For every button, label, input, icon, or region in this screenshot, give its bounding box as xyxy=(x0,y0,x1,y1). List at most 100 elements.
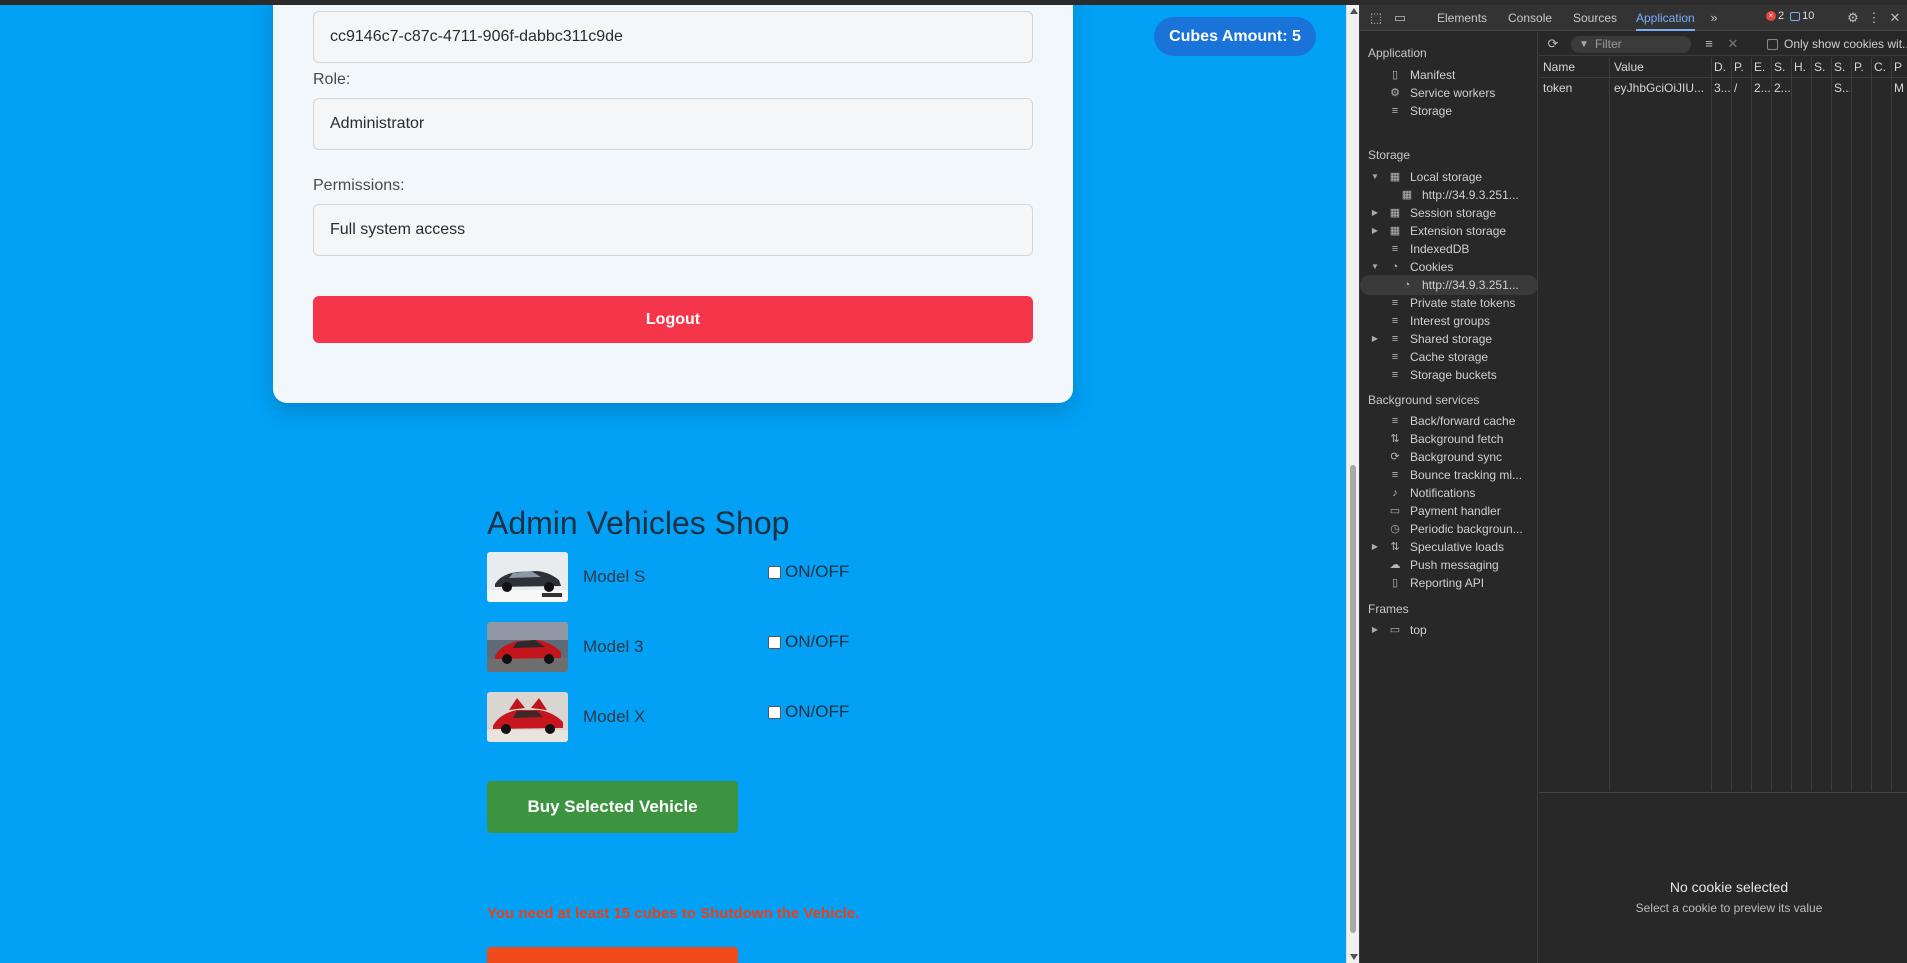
cookie-expires-cell[interactable]: 2... xyxy=(1754,78,1770,98)
sidebar-item-session-storage[interactable]: ▶ ▦ Session storage xyxy=(1360,203,1537,223)
column-header-value[interactable]: Value xyxy=(1614,57,1709,77)
sidebar-item-indexeddb[interactable]: ≡ IndexedDB xyxy=(1360,239,1537,259)
cookies-table: Name Value D. P. E. S. H. S. S. P. C. P … xyxy=(1539,57,1907,791)
sidebar-item-label: Bounce tracking mi... xyxy=(1410,468,1523,482)
inspect-element-icon[interactable]: ⬚ xyxy=(1368,10,1384,26)
cookie-domain-cell[interactable]: 3... xyxy=(1714,78,1730,98)
column-header-size[interactable]: S. xyxy=(1774,57,1790,77)
sidebar-item-bounce-tracking[interactable]: ≡ Bounce tracking mi... xyxy=(1360,465,1537,485)
column-header-priority[interactable]: P xyxy=(1894,57,1907,77)
sidebar-item-cache-storage[interactable]: ≡ Cache storage xyxy=(1360,347,1537,367)
cookie-httponly-cell[interactable] xyxy=(1794,78,1810,98)
expanded-arrow-icon[interactable]: ▼ xyxy=(1370,167,1380,187)
sidebar-item-cookies-origin[interactable]: ◔ http://34.9.3.251... xyxy=(1360,275,1537,295)
more-tabs-icon[interactable]: » xyxy=(1706,10,1722,26)
toggle-checkbox[interactable] xyxy=(768,705,781,719)
cookie-priority-cell[interactable]: M xyxy=(1894,78,1907,98)
sidebar-item-payment-handler[interactable]: ▭ Payment handler xyxy=(1360,501,1537,521)
delete-selected-icon[interactable]: ✕ xyxy=(1725,36,1741,52)
sidebar-item-label: Interest groups xyxy=(1410,314,1491,328)
column-header-secure[interactable]: S. xyxy=(1814,57,1830,77)
sidebar-item-service-workers[interactable]: ⚙ Service workers xyxy=(1360,83,1537,103)
scroll-down-arrow-icon[interactable] xyxy=(1350,954,1358,960)
cookie-path-cell[interactable]: / xyxy=(1734,78,1750,98)
vehicle-toggle[interactable]: ON/OFF xyxy=(768,562,849,582)
sidebar-item-periodic-background-sync[interactable]: ◷ Periodic backgroun... xyxy=(1360,519,1537,539)
sidebar-item-storage[interactable]: ≡ Storage xyxy=(1360,101,1537,121)
permissions-label: Permissions: xyxy=(313,177,405,194)
vehicle-toggle[interactable]: ON/OFF xyxy=(768,632,849,652)
toggle-checkbox[interactable] xyxy=(768,635,781,649)
logout-button[interactable]: Logout xyxy=(313,296,1033,343)
tab-application[interactable]: Application xyxy=(1636,5,1695,31)
sidebar-item-back-forward-cache[interactable]: ≡ Back/forward cache xyxy=(1360,411,1537,431)
column-header-cross-site[interactable]: C. xyxy=(1874,57,1890,77)
column-header-httponly[interactable]: H. xyxy=(1794,57,1810,77)
only-show-issues-checkbox[interactable]: Only show cookies wit... xyxy=(1767,37,1907,51)
sidebar-item-reporting-api[interactable]: ▯ Reporting API xyxy=(1360,573,1537,593)
page-scrollbar[interactable] xyxy=(1346,5,1359,963)
sidebar-item-manifest[interactable]: ▯ Manifest xyxy=(1360,65,1537,85)
sidebar-item-interest-groups[interactable]: ≡ Interest groups xyxy=(1360,311,1537,331)
sidebar-item-speculative-loads[interactable]: ▶ ⇅ Speculative loads xyxy=(1360,537,1537,557)
permissions-field[interactable]: Full system access xyxy=(313,204,1033,256)
settings-gear-icon[interactable]: ⚙ xyxy=(1845,10,1861,26)
kebab-menu-icon[interactable]: ⋮ xyxy=(1866,10,1882,26)
collapsed-arrow-icon[interactable]: ▶ xyxy=(1370,203,1380,223)
gears-icon: ⚙ xyxy=(1390,87,1400,99)
refresh-icon[interactable]: ⟳ xyxy=(1545,36,1561,52)
sidebar-item-frame-top[interactable]: ▶ ▭ top xyxy=(1360,620,1537,640)
role-field[interactable]: Administrator xyxy=(313,98,1033,150)
clear-all-cookies-icon[interactable]: ≡ xyxy=(1701,36,1717,52)
sidebar-item-storage-buckets[interactable]: ≡ Storage buckets xyxy=(1360,365,1537,385)
column-header-expires[interactable]: E. xyxy=(1754,57,1770,77)
tab-elements[interactable]: Elements xyxy=(1437,5,1487,31)
sidebar-item-local-storage[interactable]: ▼ ▦ Local storage xyxy=(1360,167,1537,187)
error-counter[interactable]: × 2 10 xyxy=(1766,10,1814,22)
scroll-up-arrow-icon[interactable] xyxy=(1350,8,1358,14)
sidebar-item-notifications[interactable]: ♪ Notifications xyxy=(1360,483,1537,503)
sidebar-item-shared-storage[interactable]: ▶ ≡ Shared storage xyxy=(1360,329,1537,349)
sidebar-item-push-messaging[interactable]: ☁ Push messaging xyxy=(1360,555,1537,575)
sidebar-item-label: Storage buckets xyxy=(1410,368,1497,382)
collapsed-arrow-icon[interactable]: ▶ xyxy=(1370,221,1380,241)
expanded-arrow-icon[interactable]: ▼ xyxy=(1370,257,1380,277)
sidebar-item-private-state-tokens[interactable]: ≡ Private state tokens xyxy=(1360,293,1537,313)
cookie-samesite-cell[interactable]: S... xyxy=(1834,78,1850,98)
buy-selected-vehicle-button[interactable]: Buy Selected Vehicle xyxy=(487,781,738,833)
collapsed-arrow-icon[interactable]: ▶ xyxy=(1370,537,1380,557)
filter-input[interactable]: ▼ Filter xyxy=(1571,36,1691,53)
column-header-partition-key[interactable]: P. xyxy=(1854,57,1870,77)
checkbox-box[interactable] xyxy=(1767,38,1778,50)
collapsed-arrow-icon[interactable]: ▶ xyxy=(1370,329,1380,349)
sidebar-item-background-sync[interactable]: ⟳ Background sync xyxy=(1360,447,1537,467)
device-toolbar-icon[interactable]: ▭ xyxy=(1392,10,1408,26)
scrollbar-thumb[interactable] xyxy=(1350,465,1356,933)
sidebar-item-cookies[interactable]: ▼ ◔ Cookies xyxy=(1360,257,1537,277)
close-devtools-icon[interactable]: ✕ xyxy=(1887,10,1903,26)
sidebar-item-background-fetch[interactable]: ⇅ Background fetch xyxy=(1360,429,1537,449)
cookie-size-cell[interactable]: 2... xyxy=(1774,78,1790,98)
column-header-path[interactable]: P. xyxy=(1734,57,1750,77)
sidebar-item-extension-storage[interactable]: ▶ ▦ Extension storage xyxy=(1360,221,1537,241)
cookie-value-cell[interactable]: eyJhbGciOiJIU... xyxy=(1614,78,1709,98)
vehicle-toggle[interactable]: ON/OFF xyxy=(768,702,849,722)
sidebar-item-local-storage-origin[interactable]: ▦ http://34.9.3.251... xyxy=(1360,185,1537,205)
user-id-field[interactable]: cc9146c7-c87c-4711-906f-dabbc311c9de xyxy=(313,11,1033,63)
column-header-name[interactable]: Name xyxy=(1543,57,1607,77)
toggle-checkbox[interactable] xyxy=(768,565,781,579)
web-page: cc9146c7-c87c-4711-906f-dabbc311c9de Rol… xyxy=(0,5,1346,963)
shutdown-vehicle-button[interactable] xyxy=(487,947,738,963)
cookie-name-cell[interactable]: token xyxy=(1543,78,1607,98)
column-header-samesite[interactable]: S. xyxy=(1834,57,1850,77)
collapsed-arrow-icon[interactable]: ▶ xyxy=(1370,620,1380,640)
database-icon: ≡ xyxy=(1391,469,1399,481)
sidebar-item-label: IndexedDB xyxy=(1410,242,1470,256)
column-divider xyxy=(1891,57,1892,791)
cookie-partition-cell[interactable] xyxy=(1854,78,1870,98)
column-header-domain[interactable]: D. xyxy=(1714,57,1730,77)
cookie-secure-cell[interactable] xyxy=(1814,78,1830,98)
cookie-cross-site-cell[interactable] xyxy=(1874,78,1890,98)
tab-sources[interactable]: Sources xyxy=(1573,5,1617,31)
tab-console[interactable]: Console xyxy=(1508,5,1552,31)
